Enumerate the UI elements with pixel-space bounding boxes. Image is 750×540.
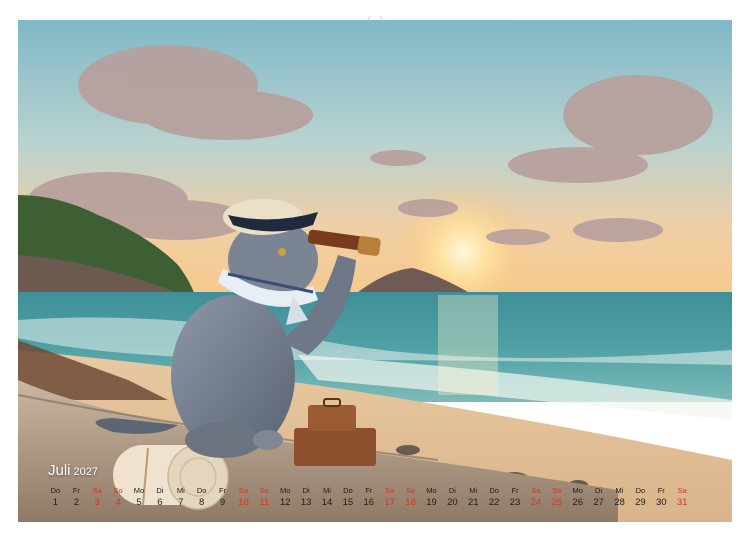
weekday-label: Fr bbox=[365, 486, 373, 495]
calendar-day: Do 15 bbox=[337, 486, 358, 510]
day-number: 24 bbox=[530, 497, 542, 508]
calendar-day: Do 1 bbox=[45, 486, 66, 510]
weekday-label: Di bbox=[156, 486, 164, 495]
weekday-label: Mo bbox=[280, 486, 291, 495]
day-number: 12 bbox=[279, 497, 291, 508]
weekday-label: Fr bbox=[511, 486, 519, 495]
weekday-label: Mo bbox=[426, 486, 437, 495]
calendar-day: Fr 9 bbox=[212, 486, 233, 510]
day-number: 10 bbox=[238, 497, 249, 508]
calendar-day: Mo 12 bbox=[275, 486, 296, 510]
day-number: 30 bbox=[655, 497, 667, 508]
weekday-label: Do bbox=[50, 486, 61, 495]
calendar-day: Mo 19 bbox=[421, 486, 442, 510]
weekday-label: Di bbox=[448, 486, 456, 495]
day-number: 20 bbox=[447, 497, 458, 508]
year-label: 2027 bbox=[73, 466, 98, 478]
day-number: 5 bbox=[136, 497, 142, 508]
calendar-month-title: Juli 2027 bbox=[48, 462, 98, 479]
weekday-label: Do bbox=[343, 486, 353, 495]
calendar-day: Mo 5 bbox=[129, 486, 150, 510]
calendar-day: Sa 3 bbox=[87, 486, 108, 510]
day-number: 6 bbox=[157, 497, 163, 508]
day-number: 3 bbox=[94, 497, 100, 508]
day-number: 7 bbox=[178, 497, 184, 508]
weekday-label: Sa bbox=[385, 486, 395, 495]
calendar-day: So 25 bbox=[546, 486, 567, 510]
calendar-day: So 4 bbox=[108, 486, 129, 510]
day-number: 31 bbox=[676, 497, 688, 508]
day-number: 9 bbox=[219, 497, 226, 508]
weekday-label: Fr bbox=[657, 486, 665, 495]
day-number: 26 bbox=[572, 497, 583, 508]
calendar-day: So 18 bbox=[400, 486, 421, 510]
calendar-day: Mi 28 bbox=[609, 486, 630, 510]
day-number: 21 bbox=[467, 497, 479, 508]
day-number: 14 bbox=[321, 497, 333, 508]
calendar-day: Fr 30 bbox=[651, 486, 672, 510]
calendar-day: Fr 2 bbox=[66, 486, 87, 510]
calendar-day: Sa 24 bbox=[525, 486, 546, 510]
calendar-day: Di 13 bbox=[296, 486, 317, 510]
calendar-day: Di 20 bbox=[442, 486, 463, 510]
weekday-label: Mi bbox=[469, 486, 478, 495]
calendar-day: Fr 23 bbox=[505, 486, 526, 510]
day-number: 2 bbox=[73, 497, 79, 508]
weekday-label: Mi bbox=[176, 486, 185, 495]
calendar-day-strip: Do 1 Fr 2 Sa 3 So 4 Mo 5 Di 6 Mi 7 Do 8 Fr 9 Sa 10 So 11 Mo 12 D… bbox=[45, 486, 693, 510]
day-number: 15 bbox=[342, 497, 354, 508]
calendar-day: Sa 31 bbox=[672, 486, 693, 510]
weekday-label: Di bbox=[595, 486, 603, 495]
calendar-day: Mi 21 bbox=[463, 486, 484, 510]
calendar-day: Sa 10 bbox=[233, 486, 254, 510]
calendar-day: Do 8 bbox=[191, 486, 212, 510]
weekday-label: Do bbox=[635, 486, 646, 495]
calendar-day: Fr 16 bbox=[358, 486, 379, 510]
day-number: 13 bbox=[300, 497, 312, 508]
weekday-label: So bbox=[405, 486, 416, 495]
calendar-day: Do 22 bbox=[484, 486, 505, 510]
day-number: 16 bbox=[363, 497, 375, 508]
calendar-day: So 11 bbox=[254, 486, 275, 510]
calendar-day: Mi 14 bbox=[317, 486, 338, 510]
calendar-photo bbox=[18, 20, 732, 522]
day-number: 27 bbox=[593, 497, 604, 508]
calendar-day: Sa 17 bbox=[379, 486, 400, 510]
calendar-day: Do 29 bbox=[630, 486, 651, 510]
weekday-label: So bbox=[552, 486, 562, 495]
day-number: 4 bbox=[115, 497, 121, 508]
day-number: 23 bbox=[509, 497, 521, 508]
weekday-label: Sa bbox=[677, 486, 687, 495]
day-number: 22 bbox=[488, 497, 500, 508]
calendar-day: Di 27 bbox=[588, 486, 609, 510]
day-number: 1 bbox=[52, 497, 59, 508]
month-label: Juli bbox=[48, 462, 71, 479]
weekday-label: Do bbox=[489, 486, 499, 495]
weekday-label: Mo bbox=[133, 486, 145, 495]
day-number: 11 bbox=[259, 497, 270, 508]
weekday-label: Mo bbox=[572, 486, 583, 495]
weekday-label: Mi bbox=[323, 486, 331, 495]
day-number: 8 bbox=[199, 497, 205, 508]
day-number: 28 bbox=[614, 497, 625, 508]
day-number: 17 bbox=[384, 497, 395, 508]
weekday-label: Sa bbox=[238, 486, 249, 495]
calendar-day: Mi 7 bbox=[170, 486, 191, 510]
weekday-label: Do bbox=[196, 486, 207, 495]
day-number: 19 bbox=[426, 497, 437, 508]
weekday-label: Fr bbox=[72, 486, 80, 495]
weekday-label: Sa bbox=[92, 486, 102, 495]
day-number: 29 bbox=[635, 497, 646, 508]
weekday-label: So bbox=[259, 486, 269, 495]
beach-cat-scene bbox=[18, 20, 732, 522]
weekday-label: Di bbox=[302, 486, 310, 495]
day-number: 18 bbox=[405, 497, 416, 508]
weekday-label: Sa bbox=[531, 486, 541, 495]
weekday-label: So bbox=[113, 486, 123, 495]
calendar-day: Mo 26 bbox=[567, 486, 588, 510]
day-number: 25 bbox=[551, 497, 563, 508]
calendar-day: Di 6 bbox=[149, 486, 170, 510]
weekday-label: Fr bbox=[219, 486, 227, 495]
weekday-label: Mi bbox=[615, 486, 624, 495]
